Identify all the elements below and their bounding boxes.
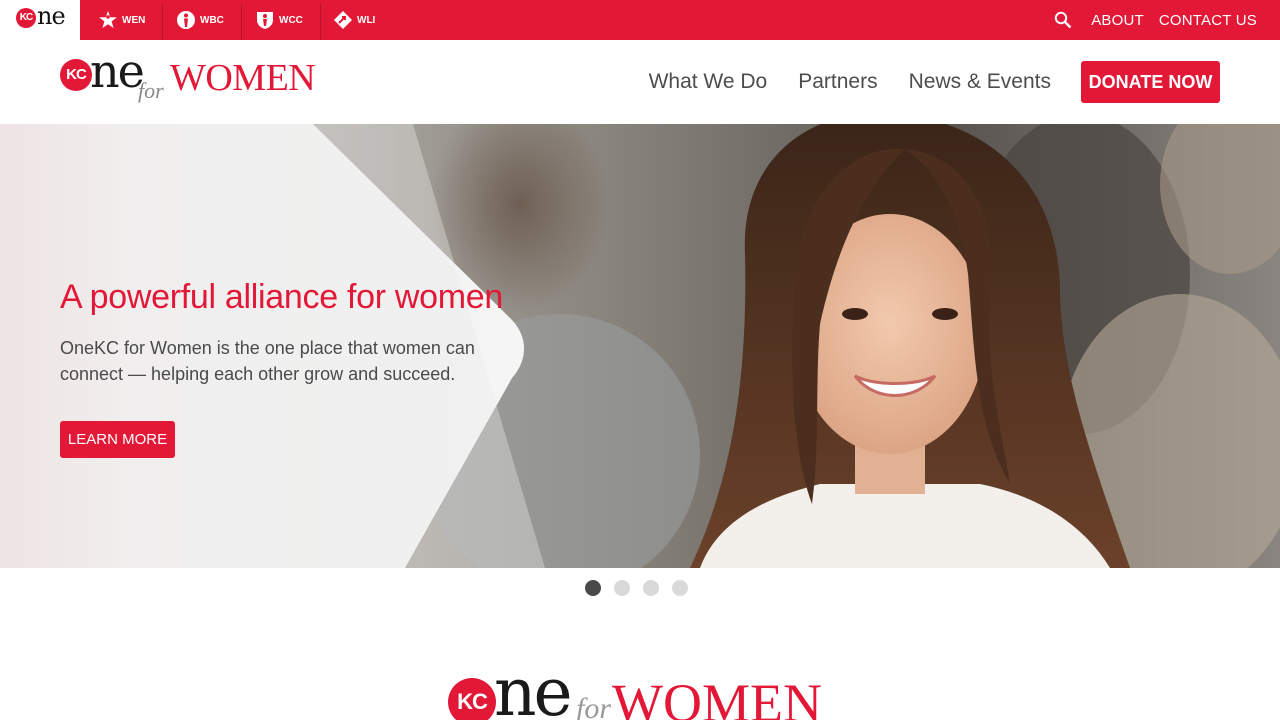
onekc-logo-text: ne	[37, 2, 66, 30]
carousel-dot-4[interactable]	[672, 580, 688, 596]
hero-description: OneKC for Women is the one place that wo…	[60, 338, 475, 384]
utility-links: ABOUT CONTACT US	[1054, 0, 1257, 40]
carousel-dot-3[interactable]	[643, 580, 659, 596]
contact-us-link[interactable]: CONTACT US	[1159, 12, 1257, 29]
search-icon[interactable]	[1054, 11, 1072, 29]
learn-more-button[interactable]: LEARN MORE	[60, 421, 175, 458]
footer-logo-ne: ne	[494, 654, 573, 720]
hero-slider: A powerful alliance for women OneKC for …	[0, 124, 1280, 568]
star-person-icon	[99, 11, 117, 28]
hero-title: A powerful alliance for women	[60, 278, 503, 316]
carousel-dots	[585, 580, 688, 596]
tab-wli[interactable]: WLI	[333, 0, 375, 40]
tab-wcc-label: WCC	[279, 14, 303, 26]
nav-news-events[interactable]: News & Events	[909, 70, 1051, 94]
onekc-logo-badge: KC	[16, 8, 36, 28]
nav-partners[interactable]: Partners	[798, 70, 877, 94]
carousel-dot-2[interactable]	[614, 580, 630, 596]
person-shield-icon	[257, 12, 273, 29]
tab-wen[interactable]: WEN	[98, 0, 164, 40]
logo-women: WOMEN	[170, 57, 316, 99]
footer-logo-women: WOMEN	[612, 673, 822, 720]
logo-ne: ne	[90, 44, 145, 98]
carousel-dot-1[interactable]	[585, 580, 601, 596]
site-logo[interactable]: KC ne for WOMEN	[60, 44, 322, 108]
main-nav: What We Do Partners News & Events	[649, 40, 1051, 124]
tab-wbc-label: WBC	[200, 14, 224, 26]
footer-logo-for: for	[576, 692, 612, 720]
logo-kc-badge: KC	[60, 59, 92, 91]
tab-wbc[interactable]: WBC	[176, 0, 242, 40]
onekc-for-women-logo: KC ne for WOMEN	[448, 654, 832, 720]
tab-wen-label: WEN	[122, 14, 146, 26]
donate-now-button[interactable]: DONATE NOW	[1081, 61, 1220, 103]
tab-wcc[interactable]: WCC	[255, 0, 321, 40]
arrow-diamond-icon	[334, 11, 352, 29]
onekc-home-tab[interactable]: KC ne	[0, 0, 80, 40]
site-header: KC ne for WOMEN What We Do Partners News…	[0, 40, 1280, 124]
tab-wli-label: WLI	[357, 14, 376, 26]
footer-logo-kc-badge: KC	[448, 678, 496, 720]
top-utility-bar: KC ne WEN WBC WCC WLI ABOUT CONTACT US	[0, 0, 1280, 40]
about-link[interactable]: ABOUT	[1091, 12, 1144, 29]
person-circle-icon	[177, 11, 195, 29]
logo-for: for	[138, 78, 164, 103]
nav-what-we-do[interactable]: What We Do	[649, 70, 768, 94]
